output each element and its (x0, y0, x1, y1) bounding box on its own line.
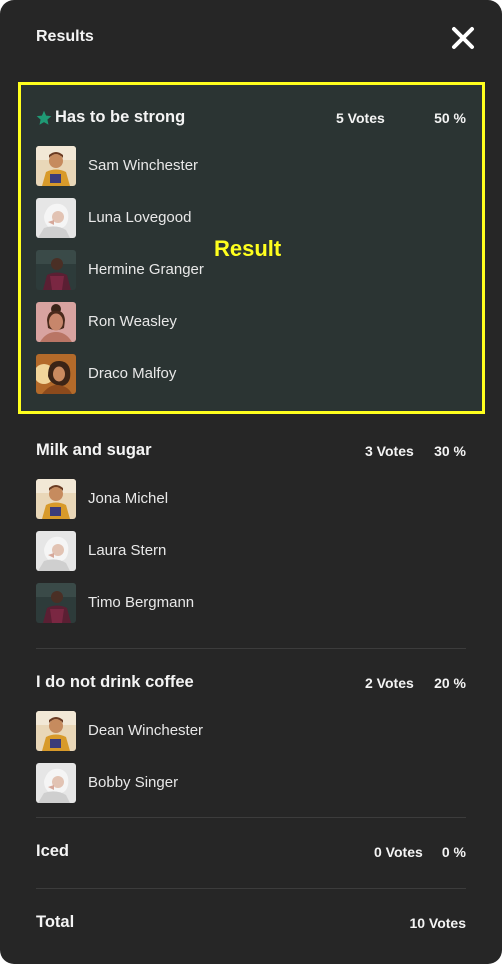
avatar (36, 763, 76, 803)
voter-name: Timo Bergmann (88, 594, 195, 611)
avatar (36, 479, 76, 519)
voter-row: Draco Malfoy (36, 354, 336, 394)
option-votes: 0 Votes (374, 844, 423, 860)
voter-name: Laura Stern (88, 542, 167, 559)
divider (36, 817, 466, 818)
voter-name: Ron Weasley (88, 313, 177, 330)
avatar (36, 583, 76, 623)
option-title: Iced (36, 842, 70, 860)
option-title: I do not drink coffee (36, 673, 194, 691)
voter-row: Dean Winchester (36, 711, 336, 751)
avatar (36, 711, 76, 751)
avatar (36, 531, 76, 571)
star-icon (36, 110, 52, 126)
option-title: Milk and sugar (36, 441, 152, 459)
option-header: Has to be strong 5 Votes 50 % (36, 108, 466, 132)
results-panel: Results Has to be strong 5 Votes 50 % Sa… (0, 0, 502, 964)
total-label: Total (36, 913, 75, 931)
voter-name: Sam Winchester (88, 157, 199, 174)
option-percent: 20 % (434, 675, 466, 691)
page-title: Results (36, 28, 94, 45)
option-votes: 5 Votes (336, 110, 385, 126)
option-votes: 3 Votes (365, 443, 414, 459)
voter-row: Jona Michel (36, 479, 336, 519)
avatar (36, 198, 76, 238)
option-votes: 2 Votes (365, 675, 414, 691)
voter-name: Dean Winchester (88, 722, 204, 739)
divider (36, 648, 466, 649)
voter-row: Laura Stern (36, 531, 336, 571)
voter-row: Timo Bergmann (36, 583, 336, 623)
option-header: Milk and sugar 3 Votes 30 % (36, 441, 466, 465)
voter-name: Bobby Singer (88, 774, 179, 791)
avatar (36, 354, 76, 394)
option-percent: 30 % (434, 443, 466, 459)
voter-row: Ron Weasley (36, 302, 336, 342)
voter-name: Jona Michel (88, 490, 169, 507)
option-header: Iced 0 Votes 0 % (36, 842, 466, 866)
voter-row: Sam Winchester (36, 146, 336, 186)
close-icon[interactable] (450, 25, 476, 51)
voter-row: Bobby Singer (36, 763, 336, 803)
avatar (36, 302, 76, 342)
divider (36, 888, 466, 889)
option-title: Has to be strong (55, 108, 186, 126)
option-percent: 0 % (441, 844, 466, 860)
voter-row: Luna Lovegood (36, 198, 336, 238)
avatar (36, 146, 76, 186)
total-votes: 10 Votes (409, 915, 466, 931)
avatar (36, 250, 76, 290)
total-row: Total 10 Votes (36, 913, 466, 937)
voter-name: Hermine Granger (88, 261, 204, 278)
voter-name: Luna Lovegood (88, 209, 192, 226)
voter-row: Hermine Granger (36, 250, 336, 290)
voter-name: Draco Malfoy (88, 365, 177, 382)
option-percent: 50 % (434, 110, 466, 126)
result-overlay-label: Result (214, 236, 282, 261)
option-header: I do not drink coffee 2 Votes 20 % (36, 673, 466, 697)
